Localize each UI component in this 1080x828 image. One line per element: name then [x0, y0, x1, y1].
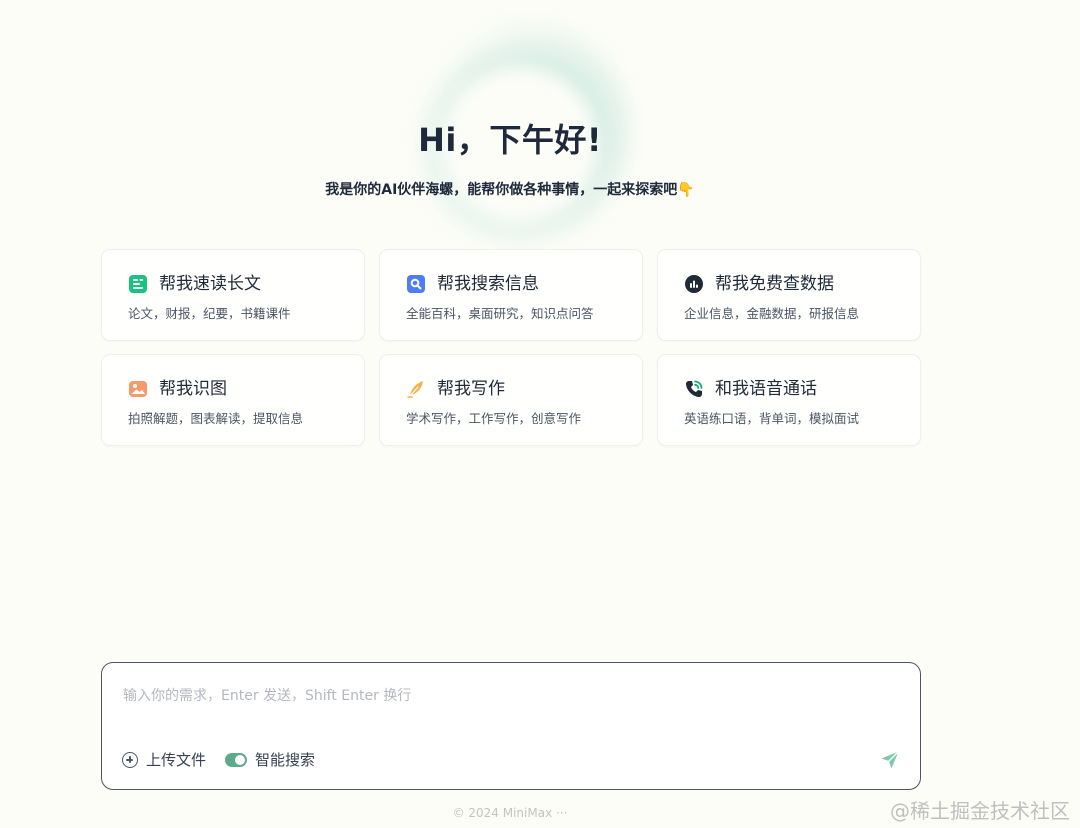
quick-card-search-info[interactable]: 帮我搜索信息 全能百科，桌面研究，知识点问答 [379, 249, 643, 341]
paper-plane-icon [881, 750, 900, 769]
toggle-knob [235, 755, 246, 765]
source-watermark: @稀土掘金技术社区 [890, 799, 1070, 823]
card-description: 英语练口语，背单词，模拟面试 [684, 411, 860, 426]
card-title: 和我语音通话 [715, 379, 817, 399]
card-description: 学术写作，工作写作，创意写作 [406, 411, 582, 426]
greeting-title: Hi，下午好! [418, 121, 602, 159]
upload-file-label: 上传文件 [146, 751, 207, 769]
toggle-switch-icon [225, 753, 248, 767]
upload-file-button[interactable]: 上传文件 [122, 749, 206, 771]
card-header: 帮我速读长文 [128, 272, 338, 296]
card-header: 帮我写作 [406, 377, 616, 401]
card-title: 帮我免费查数据 [715, 274, 834, 294]
card-description: 企业信息，金融数据，研报信息 [684, 306, 860, 321]
chat-message-input[interactable] [121, 681, 885, 711]
quick-card-speed-read[interactable]: 帮我速读长文 论文，财报，纪要，书籍课件 [101, 249, 365, 341]
card-description: 论文，财报，纪要，书籍课件 [128, 306, 291, 321]
greeting-subtitle: 我是你的AI伙伴海螺，能帮你做各种事情，一起来探索吧👇 [325, 182, 695, 198]
add-circle-icon [122, 752, 138, 768]
send-button[interactable] [879, 749, 901, 771]
card-header: 帮我免费查数据 [684, 272, 894, 296]
composer-toolbar: 上传文件 智能搜索 [122, 749, 315, 771]
card-description: 全能百科，桌面研究，知识点问答 [406, 306, 594, 321]
card-title: 帮我搜索信息 [437, 274, 539, 294]
chat-composer: 上传文件 智能搜索 [101, 662, 921, 790]
smart-search-toggle[interactable]: 智能搜索 [225, 749, 315, 771]
card-title: 帮我速读长文 [159, 274, 261, 294]
card-title: 帮我写作 [437, 379, 505, 399]
search-document-icon [406, 274, 426, 294]
image-icon [128, 379, 148, 399]
quick-card-free-data[interactable]: 帮我免费查数据 企业信息，金融数据，研报信息 [657, 249, 921, 341]
card-description: 拍照解题，图表解读，提取信息 [128, 411, 304, 426]
document-reading-icon [128, 274, 148, 294]
copyright-footer: © 2024 MiniMax ··· [452, 806, 568, 820]
card-header: 和我语音通话 [684, 377, 894, 401]
quick-action-cards: 帮我速读长文 论文，财报，纪要，书籍课件 帮我搜索信息 全能百科，桌面研究，知识… [101, 249, 921, 446]
hero-section: Hi，下午好! 我是你的AI伙伴海螺，能帮你做各种事情，一起来探索吧👇 [0, 118, 1020, 201]
data-chart-search-icon [684, 274, 704, 294]
feather-pen-icon [406, 379, 426, 399]
card-title: 帮我识图 [159, 379, 227, 399]
quick-card-voice-call[interactable]: 和我语音通话 英语练口语，背单词，模拟面试 [657, 354, 921, 446]
phone-call-icon [684, 379, 704, 399]
smart-search-label: 智能搜索 [255, 751, 316, 769]
quick-card-image-recognition[interactable]: 帮我识图 拍照解题，图表解读，提取信息 [101, 354, 365, 446]
card-header: 帮我搜索信息 [406, 272, 616, 296]
card-header: 帮我识图 [128, 377, 338, 401]
quick-card-writing[interactable]: 帮我写作 学术写作，工作写作，创意写作 [379, 354, 643, 446]
